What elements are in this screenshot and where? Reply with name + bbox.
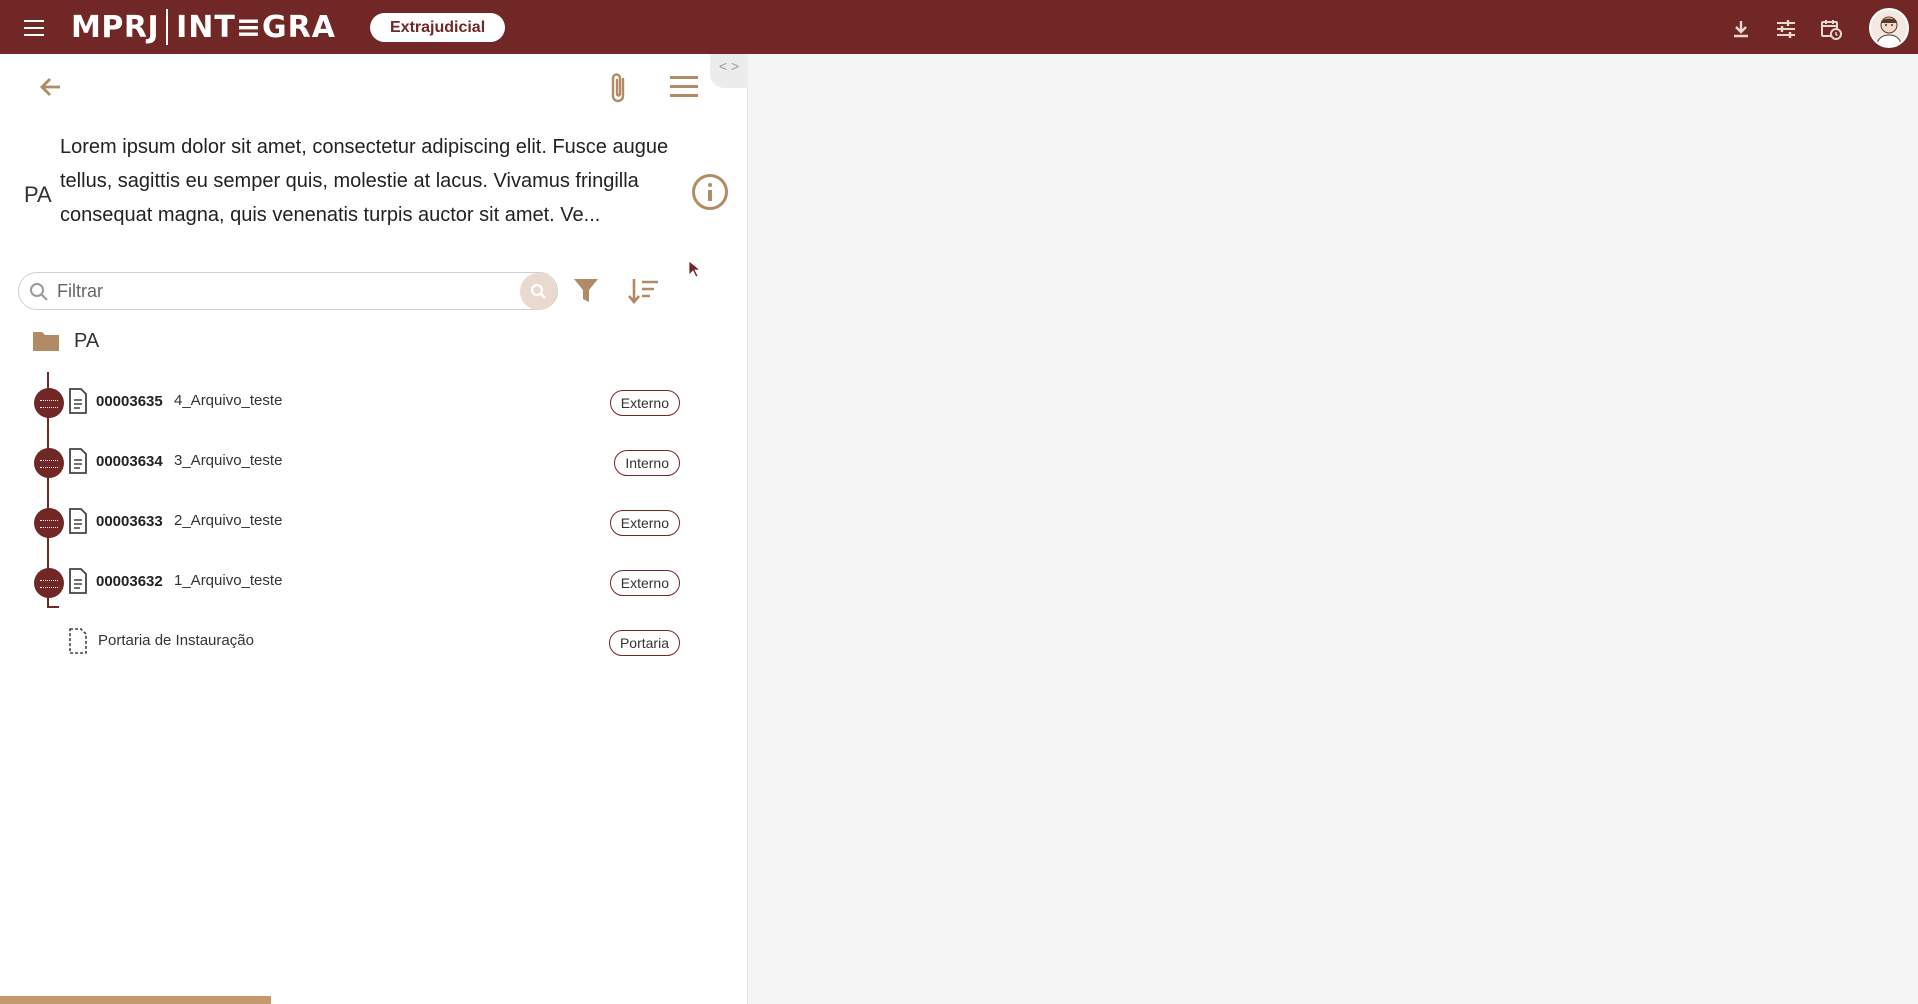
filter-search-box — [18, 272, 558, 310]
process-type-label: PA — [24, 182, 52, 207]
document-number: 00003633 — [96, 513, 163, 530]
paperclip-icon[interactable] — [605, 70, 633, 106]
document-name: 3_Arquivo_teste — [174, 452, 283, 469]
document-row[interactable]: 00003633 2_Arquivo_teste Externo — [30, 502, 680, 542]
app-logo: MPRJ INT≡GRA — [71, 7, 336, 47]
filter-icon[interactable] — [572, 276, 600, 306]
document-node-icon — [34, 508, 64, 538]
tree-root-label[interactable]: PA — [74, 330, 99, 353]
portaria-row[interactable]: Portaria de Instauração Portaria — [30, 622, 680, 662]
logo-integra-text: INT≡GRA — [176, 9, 336, 45]
sliders-icon[interactable] — [1774, 17, 1798, 41]
document-row[interactable]: 00003632 1_Arquivo_teste Externo — [30, 562, 680, 602]
document-number: 00003632 — [96, 573, 163, 590]
document-row[interactable]: 00003635 4_Arquivo_teste Externo — [30, 382, 680, 422]
document-origin-badge: Interno — [614, 450, 680, 476]
arrow-left-icon[interactable] — [36, 72, 66, 102]
top-app-bar: MPRJ INT≡GRA Extrajudicial — [0, 0, 1918, 54]
document-icon — [69, 448, 87, 474]
calendar-clock-icon[interactable] — [1819, 17, 1843, 41]
filter-input[interactable] — [57, 276, 497, 306]
search-submit-icon — [530, 283, 546, 299]
sort-icon[interactable] — [626, 276, 660, 306]
search-icon — [30, 283, 48, 301]
document-origin-badge: Externo — [609, 570, 680, 596]
mouse-pointer-icon — [688, 260, 702, 278]
document-origin-badge: Externo — [609, 510, 680, 536]
loading-progress-bar — [0, 996, 271, 1004]
document-node-icon — [34, 568, 64, 598]
document-number: 00003635 — [96, 393, 163, 410]
user-avatar-illustration — [1876, 16, 1902, 46]
process-description: Lorem ipsum dolor sit amet, consectetur … — [60, 136, 669, 226]
menu-icon[interactable] — [24, 20, 48, 36]
process-panel: < > PA Lorem ipsum dolor sit amet, conse… — [0, 54, 748, 1004]
folder-icon — [33, 332, 59, 351]
document-node-icon — [34, 388, 64, 418]
logo-separator — [166, 9, 169, 45]
collapse-panel-toggle[interactable]: < > — [710, 54, 748, 88]
module-badge[interactable]: Extrajudicial — [370, 13, 506, 42]
portaria-badge: Portaria — [608, 630, 680, 656]
document-name: 1_Arquivo_teste — [174, 572, 283, 589]
tree-connector-end — [47, 606, 59, 608]
document-node-icon — [34, 448, 64, 478]
document-name: 2_Arquivo_teste — [174, 512, 283, 529]
document-number: 00003634 — [96, 453, 163, 470]
document-name: 4_Arquivo_teste — [174, 392, 283, 409]
avatar[interactable] — [1869, 8, 1909, 48]
document-dashed-icon — [69, 628, 87, 654]
document-icon — [69, 568, 87, 594]
document-origin-badge: Externo — [609, 390, 680, 416]
document-viewer-area — [749, 54, 1918, 1004]
document-row[interactable]: 00003634 3_Arquivo_teste Interno — [30, 442, 680, 482]
info-icon[interactable] — [692, 174, 728, 210]
document-icon — [69, 388, 87, 414]
logo-mprj-text: MPRJ — [71, 9, 160, 45]
search-submit-button[interactable] — [520, 273, 557, 310]
download-icon[interactable] — [1729, 17, 1753, 41]
panel-menu-icon[interactable] — [670, 76, 698, 100]
document-icon — [69, 508, 87, 534]
portaria-name: Portaria de Instauração — [98, 632, 254, 649]
